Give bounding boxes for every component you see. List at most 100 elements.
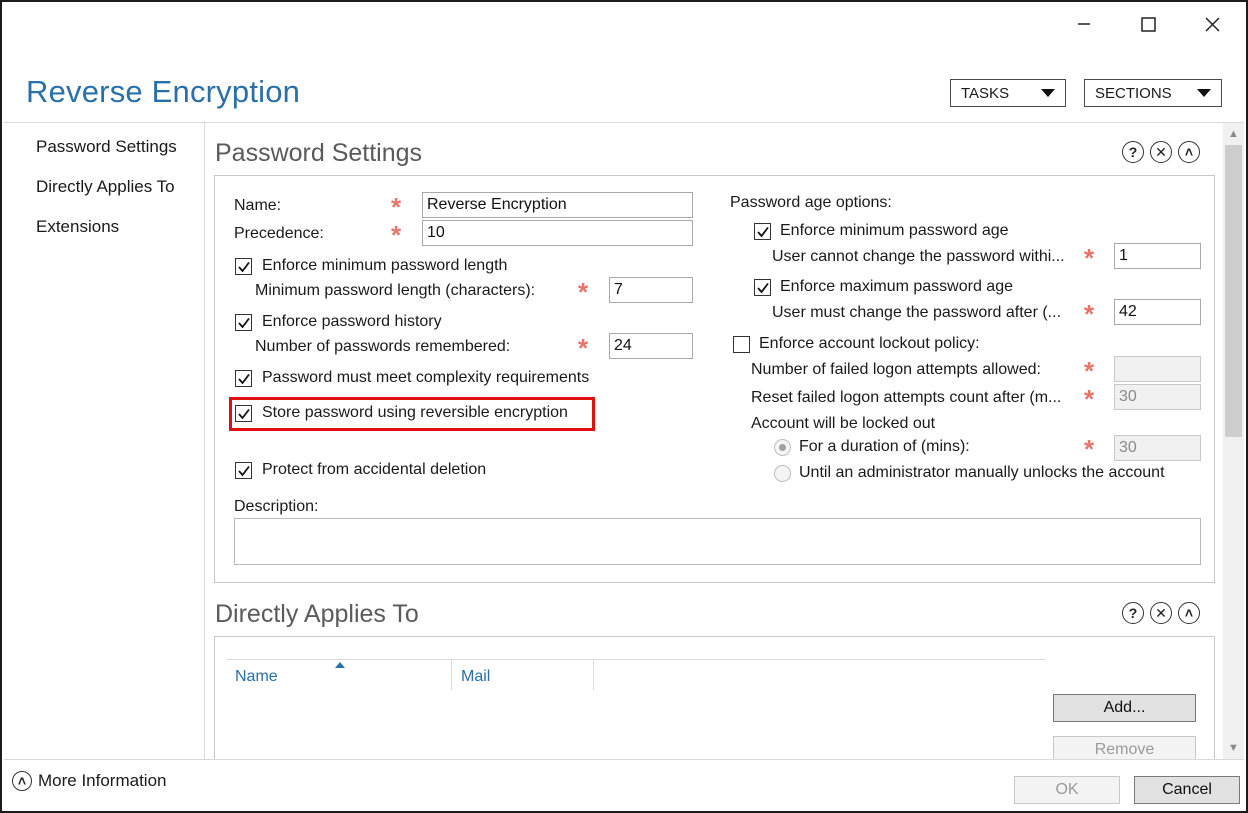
precedence-label: Precedence: xyxy=(234,225,324,242)
enforce-min-age-checkbox[interactable] xyxy=(754,223,771,240)
enforce-min-length-label: Enforce minimum password length xyxy=(262,257,508,274)
required-star-icon: * xyxy=(1084,356,1095,386)
chevron-down-icon xyxy=(1041,89,1055,97)
failed-attempts-field[interactable] xyxy=(1114,356,1201,382)
name-field[interactable]: Reverse Encryption xyxy=(422,192,693,218)
help-icon[interactable]: ? xyxy=(1122,602,1144,624)
min-length-field[interactable]: 7 xyxy=(609,277,693,303)
section-controls: ? ✕ ˄ xyxy=(1122,602,1200,624)
until-admin-label: Until an administrator manually unlocks … xyxy=(799,464,1165,481)
checkmark-icon xyxy=(237,317,250,328)
lockout-policy-label: Enforce account lockout policy: xyxy=(759,335,980,352)
ok-button[interactable]: OK xyxy=(1014,776,1120,804)
enforce-min-age-label: Enforce minimum password age xyxy=(780,222,1009,239)
min-length-label: Minimum password length (characters): xyxy=(255,282,536,299)
sort-ascending-icon xyxy=(335,662,345,668)
applies-to-grid[interactable]: Name Mail xyxy=(227,659,1045,759)
description-label: Description: xyxy=(234,498,319,515)
column-separator xyxy=(593,660,594,690)
complexity-label: Password must meet complexity requiremen… xyxy=(262,369,590,386)
vertical-scrollbar[interactable]: ▲ ▼ xyxy=(1223,123,1244,759)
enforce-max-age-label: Enforce maximum password age xyxy=(780,278,1013,295)
complexity-checkbox[interactable] xyxy=(235,370,252,387)
scroll-up-icon[interactable]: ▲ xyxy=(1223,125,1244,143)
add-button[interactable]: Add... xyxy=(1053,694,1196,722)
age-options-label: Password age options: xyxy=(730,194,892,211)
checkmark-icon xyxy=(237,408,250,419)
until-admin-radio[interactable] xyxy=(774,465,791,482)
checkmark-icon xyxy=(237,465,250,476)
remove-button[interactable]: Remove xyxy=(1053,736,1196,759)
reversible-encryption-checkbox[interactable] xyxy=(235,405,252,422)
max-age-field[interactable]: 42 xyxy=(1114,299,1201,325)
locked-out-label: Account will be locked out xyxy=(751,415,936,432)
section-nav: Password Settings Directly Applies To Ex… xyxy=(4,123,205,759)
enforce-history-label: Enforce password history xyxy=(262,313,442,330)
collapse-icon[interactable]: ˄ xyxy=(1178,602,1200,624)
required-star-icon: * xyxy=(1084,243,1095,273)
help-icon[interactable]: ? xyxy=(1122,141,1144,163)
dialog-window: Reverse Encryption TASKS SECTIONS Passwo… xyxy=(0,0,1248,813)
duration-field[interactable]: 30 xyxy=(1114,435,1201,461)
scroll-thumb[interactable] xyxy=(1225,145,1242,437)
collapse-icon[interactable]: ˄ xyxy=(1178,141,1200,163)
expand-icon: ˄ xyxy=(12,771,32,791)
checkmark-icon xyxy=(756,282,769,293)
history-field[interactable]: 24 xyxy=(609,333,693,359)
protect-deletion-label: Protect from accidental deletion xyxy=(262,461,487,478)
more-information-label: More Information xyxy=(38,771,167,790)
section-title-directly-applies-to: Directly Applies To xyxy=(215,600,419,628)
section-controls: ? ✕ ˄ xyxy=(1122,141,1200,163)
chevron-down-icon xyxy=(1197,89,1211,97)
failed-attempts-label: Number of failed logon attempts allowed: xyxy=(751,361,1041,378)
min-age-field[interactable]: 1 xyxy=(1114,243,1201,269)
history-label: Number of passwords remembered: xyxy=(255,338,511,355)
lockout-policy-checkbox[interactable] xyxy=(733,336,750,353)
nav-item-password-settings[interactable]: Password Settings xyxy=(36,137,177,157)
enforce-max-age-checkbox[interactable] xyxy=(754,279,771,296)
section-title-password-settings: Password Settings xyxy=(215,139,423,167)
max-age-label: User must change the password after (... xyxy=(772,304,1062,321)
protect-deletion-checkbox[interactable] xyxy=(235,462,252,479)
column-header-name[interactable]: Name xyxy=(235,668,278,686)
password-settings-panel: Name: * Reverse Encryption Precedence: *… xyxy=(214,175,1215,583)
name-label: Name: xyxy=(234,197,282,214)
more-information-toggle[interactable]: ˄ More Information xyxy=(12,771,167,791)
precedence-field[interactable]: 10 xyxy=(422,220,693,246)
minimize-icon[interactable] xyxy=(1064,10,1104,38)
sections-label: SECTIONS xyxy=(1095,84,1172,102)
checkmark-icon xyxy=(237,261,250,272)
maximize-icon[interactable] xyxy=(1128,10,1168,38)
required-star-icon: * xyxy=(1084,384,1095,414)
required-star-icon: * xyxy=(1084,434,1095,464)
close-section-icon[interactable]: ✕ xyxy=(1150,602,1172,624)
enforce-min-length-checkbox[interactable] xyxy=(235,258,252,275)
description-field[interactable] xyxy=(234,518,1201,565)
tasks-label: TASKS xyxy=(961,84,1010,102)
nav-item-directly-applies-to[interactable]: Directly Applies To xyxy=(36,177,175,197)
close-icon[interactable] xyxy=(1192,10,1232,38)
main-content: Password Settings ? ✕ ˄ Name: * Reverse … xyxy=(206,123,1222,759)
scroll-down-icon[interactable]: ▼ xyxy=(1223,739,1244,757)
min-age-label: User cannot change the password withi... xyxy=(772,248,1065,265)
tasks-dropdown[interactable]: TASKS xyxy=(950,79,1066,107)
required-star-icon: * xyxy=(1084,299,1095,329)
duration-radio[interactable] xyxy=(774,439,791,456)
radio-dot-icon xyxy=(779,444,786,451)
directly-applies-to-panel: Name Mail Add... Remove xyxy=(214,636,1215,759)
reversible-encryption-label: Store password using reversible encrypti… xyxy=(262,404,568,421)
reset-count-field[interactable]: 30 xyxy=(1114,384,1201,410)
duration-label: For a duration of (mins): xyxy=(799,438,970,455)
close-section-icon[interactable]: ✕ xyxy=(1150,141,1172,163)
checkmark-icon xyxy=(756,226,769,237)
column-header-mail[interactable]: Mail xyxy=(461,668,490,686)
page-title: Reverse Encryption xyxy=(26,74,301,109)
cancel-button[interactable]: Cancel xyxy=(1134,776,1240,804)
checkmark-icon xyxy=(237,373,250,384)
sections-dropdown[interactable]: SECTIONS xyxy=(1084,79,1222,107)
required-star-icon: * xyxy=(578,333,589,363)
required-star-icon: * xyxy=(391,220,402,250)
reset-count-label: Reset failed logon attempts count after … xyxy=(751,389,1062,406)
enforce-history-checkbox[interactable] xyxy=(235,314,252,331)
nav-item-extensions[interactable]: Extensions xyxy=(36,217,119,237)
